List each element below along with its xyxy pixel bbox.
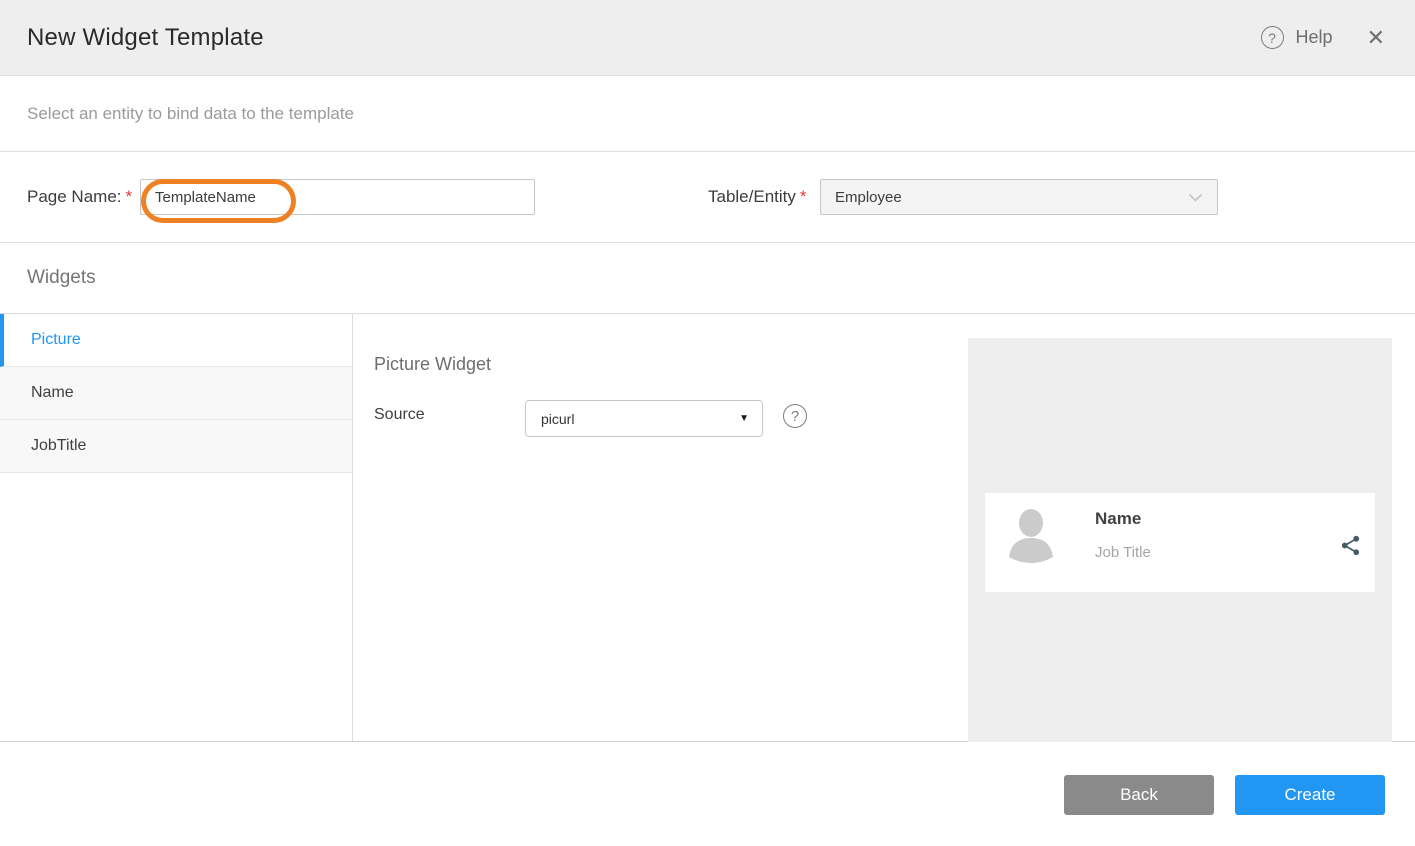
question-glyph: ? xyxy=(1268,31,1276,45)
sidebar-item-picture[interactable]: Picture xyxy=(0,314,352,367)
page-name-input[interactable] xyxy=(140,179,535,215)
source-select[interactable]: picurl ▼ xyxy=(525,400,763,437)
widgets-band: Widgets xyxy=(0,243,1415,314)
table-entity-value: Employee xyxy=(835,189,1188,206)
share-icon xyxy=(1339,534,1362,557)
widget-area: Picture Name JobTitle Picture Widget Sou… xyxy=(0,314,1415,742)
preview-panel: Name Job Title xyxy=(968,338,1392,742)
required-asterisk: * xyxy=(126,187,133,206)
help-icon[interactable]: ? xyxy=(1261,26,1284,49)
table-entity-select[interactable]: Employee xyxy=(820,179,1218,215)
question-circle-icon[interactable]: ? xyxy=(783,404,807,428)
widget-list: Picture Name JobTitle xyxy=(0,314,353,741)
header: New Widget Template ? Help ✕ xyxy=(0,0,1415,76)
subtitle: Select an entity to bind data to the tem… xyxy=(27,104,354,124)
sidebar-item-jobtitle[interactable]: JobTitle xyxy=(0,420,352,473)
footer: Back Create xyxy=(0,742,1415,846)
preview-name: Name xyxy=(1095,509,1141,529)
new-widget-template-dialog: New Widget Template ? Help ✕ Select an e… xyxy=(0,0,1415,846)
chevron-down-icon xyxy=(1188,193,1203,202)
source-value: picurl xyxy=(541,411,739,427)
help-label[interactable]: Help xyxy=(1296,27,1333,48)
question-glyph: ? xyxy=(791,409,799,424)
source-label: Source xyxy=(374,406,425,424)
page-title: New Widget Template xyxy=(27,24,1261,52)
required-asterisk: * xyxy=(800,187,807,206)
page-name-label: Page Name:* xyxy=(27,187,132,207)
back-button[interactable]: Back xyxy=(1064,775,1214,815)
create-button[interactable]: Create xyxy=(1235,775,1385,815)
sidebar-item-name[interactable]: Name xyxy=(0,367,352,420)
table-entity-label: Table/Entity* xyxy=(708,187,807,207)
widgets-heading: Widgets xyxy=(27,267,96,289)
detail-title: Picture Widget xyxy=(374,354,491,375)
dropdown-arrow-icon: ▼ xyxy=(739,413,749,424)
form-row: Page Name:* Table/Entity* Employee xyxy=(0,152,1415,243)
subtitle-band: Select an entity to bind data to the tem… xyxy=(0,76,1415,152)
preview-card: Name Job Title xyxy=(985,493,1375,592)
preview-job-title: Job Title xyxy=(1095,544,1151,561)
person-silhouette-icon xyxy=(1006,504,1056,564)
close-icon[interactable]: ✕ xyxy=(1367,27,1385,49)
